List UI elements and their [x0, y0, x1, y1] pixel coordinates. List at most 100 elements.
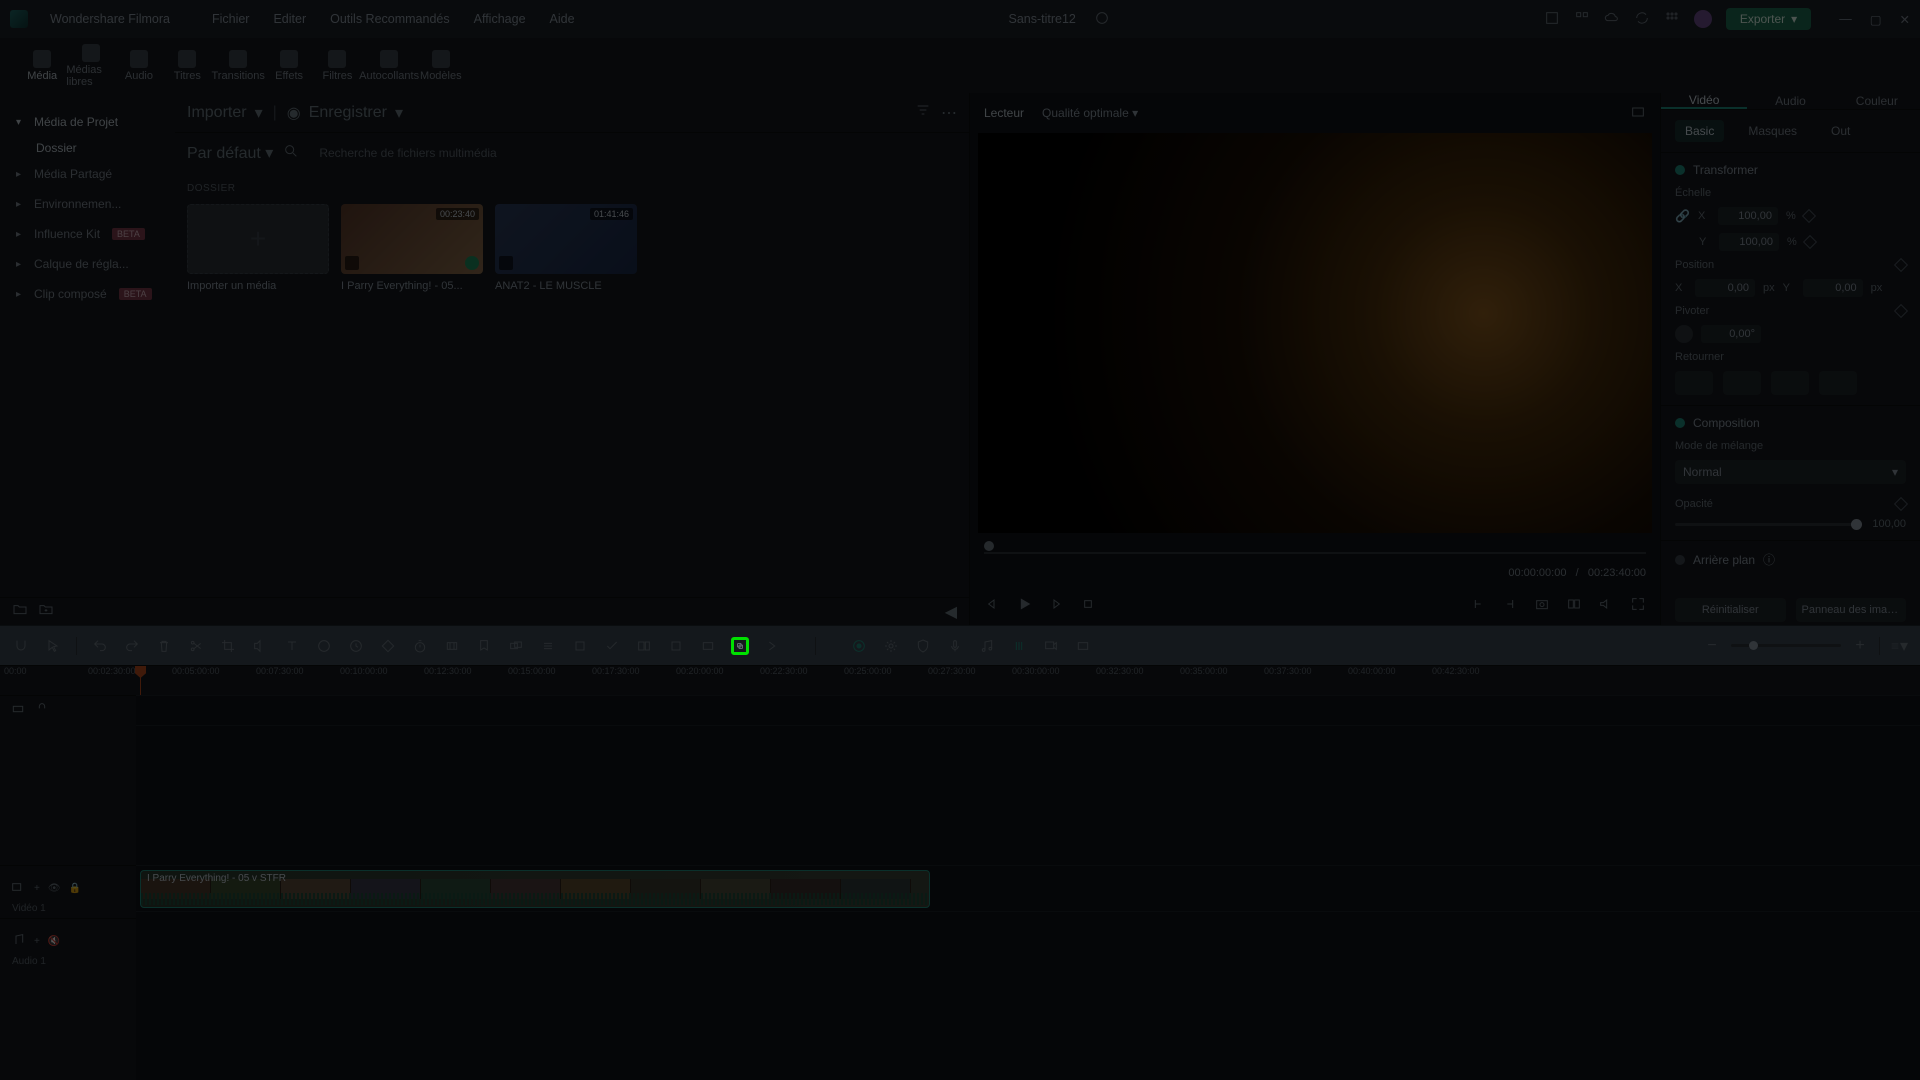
preview-scrubber[interactable] — [984, 541, 1646, 563]
marker-icon[interactable] — [475, 637, 493, 655]
next-frame-icon[interactable] — [1048, 596, 1064, 617]
mark-out-icon[interactable] — [1502, 596, 1518, 617]
rotate-dial-icon[interactable] — [1675, 325, 1693, 343]
keyframe-icon[interactable] — [1894, 497, 1908, 511]
tree-environment[interactable]: ▸Environnemen... — [6, 189, 169, 219]
position-y-input[interactable] — [1803, 279, 1863, 297]
adjust-icon[interactable] — [539, 637, 557, 655]
folder-icon[interactable] — [12, 601, 28, 622]
freeze-icon[interactable] — [667, 637, 685, 655]
snapshot-icon[interactable] — [1534, 596, 1550, 617]
composition-label[interactable]: Composition — [1693, 416, 1760, 430]
maximize-icon[interactable]: ▢ — [1870, 12, 1882, 27]
crop-icon[interactable] — [219, 637, 237, 655]
flip-diag1-button[interactable] — [1771, 371, 1809, 395]
tab-stickers[interactable]: Autocollants — [362, 38, 417, 93]
zoom-in-icon[interactable]: + — [1851, 637, 1869, 655]
tree-influence-kit[interactable]: ▸Influence KitBETA — [6, 219, 169, 249]
tab-effects[interactable]: Effets — [265, 38, 313, 93]
aspect-icon[interactable] — [699, 637, 717, 655]
cloud-sync-icon[interactable] — [1094, 10, 1110, 29]
quality-dropdown[interactable]: Qualité optimale ▾ — [1042, 106, 1138, 120]
speed-ramp-icon[interactable] — [347, 637, 365, 655]
flip-horizontal-button[interactable] — [1675, 371, 1713, 395]
menu-file[interactable]: Fichier — [212, 12, 250, 26]
background-label[interactable]: Arrière plan — [1693, 553, 1755, 567]
duration-icon[interactable] — [411, 637, 429, 655]
keyframe-icon[interactable] — [1894, 304, 1908, 318]
inspector-tab-color[interactable]: Couleur — [1834, 93, 1920, 109]
position-x-input[interactable] — [1695, 279, 1755, 297]
import-media-cell[interactable]: Importer un média — [187, 204, 329, 292]
keyframe-icon[interactable] — [1802, 209, 1816, 223]
color-icon[interactable] — [315, 637, 333, 655]
music-icon[interactable] — [978, 637, 996, 655]
magnet-icon[interactable] — [12, 637, 30, 655]
compare-icon[interactable] — [1566, 596, 1582, 617]
text-icon[interactable] — [283, 637, 301, 655]
visibility-icon[interactable]: 👁 — [48, 883, 61, 894]
sync-icon[interactable] — [1634, 10, 1650, 29]
inspector-tab-audio[interactable]: Audio — [1747, 93, 1833, 109]
undo-icon[interactable] — [91, 637, 109, 655]
keyframe-tool-icon[interactable] — [379, 637, 397, 655]
menu-edit[interactable]: Editer — [273, 12, 306, 26]
detach-audio-icon[interactable] — [635, 637, 653, 655]
link-toggle-icon[interactable] — [10, 701, 26, 720]
screenshot-icon[interactable] — [1074, 637, 1092, 655]
save-dropdown[interactable]: ◉Enregistrer ▾ — [287, 103, 403, 123]
sort-dropdown[interactable]: Par défaut ▾ — [187, 143, 273, 163]
expand-right-icon[interactable] — [763, 637, 781, 655]
section-toggle-icon[interactable] — [1675, 418, 1685, 428]
scale-x-input[interactable] — [1718, 207, 1778, 225]
mute-icon[interactable] — [1598, 596, 1614, 617]
view-options-icon[interactable]: ▾ — [1890, 637, 1908, 655]
more-icon[interactable]: ⋯ — [941, 103, 957, 123]
transformer-label[interactable]: Transformer — [1693, 163, 1758, 177]
filter-icon[interactable] — [915, 102, 931, 123]
add-track-icon[interactable]: + — [34, 883, 40, 894]
scale-y-input[interactable] — [1719, 233, 1779, 251]
apps-icon[interactable] — [1664, 10, 1680, 29]
group-icon[interactable] — [507, 637, 525, 655]
cursor-icon[interactable] — [44, 637, 62, 655]
tree-shared-media[interactable]: ▸Média Partagé — [6, 159, 169, 189]
close-icon[interactable]: ✕ — [1900, 12, 1910, 27]
zoom-slider[interactable] — [1731, 644, 1841, 647]
highlighted-tool-icon[interactable] — [731, 637, 749, 655]
media-clip-1[interactable]: 00:23:40 I Parry Everything! - 05... — [341, 204, 483, 292]
mute-track-icon[interactable]: 🔇 — [48, 936, 60, 947]
menu-tools[interactable]: Outils Recommandés — [330, 12, 450, 26]
section-toggle-icon[interactable] — [1675, 555, 1685, 565]
record-screen-icon[interactable] — [1042, 637, 1060, 655]
subtab-masks[interactable]: Masques — [1738, 120, 1807, 142]
tab-transitions[interactable]: Transitions — [212, 38, 265, 93]
timeline-ruler[interactable]: 00:0000:02:30:0000:05:00:0000:07:30:0000… — [0, 665, 1920, 695]
tree-folder[interactable]: Dossier — [6, 137, 169, 159]
speed-icon[interactable] — [251, 637, 269, 655]
timeline-tracks[interactable]: I Parry Everything! - 05 v STFR — [136, 695, 1920, 1080]
fullscreen-icon[interactable] — [1630, 596, 1646, 617]
grid-icon[interactable] — [1574, 10, 1590, 29]
keyframe-icon[interactable] — [1894, 258, 1908, 272]
layout-icon[interactable] — [1544, 10, 1560, 29]
collapse-left-icon[interactable]: ◀ — [945, 602, 957, 622]
tab-titles[interactable]: Titres — [163, 38, 211, 93]
snapshot-panel-button[interactable]: Panneau des imag... — [1796, 598, 1907, 622]
play-icon[interactable] — [1016, 596, 1032, 617]
mixer-icon[interactable] — [1010, 637, 1028, 655]
keyframe-icon[interactable] — [1803, 235, 1817, 249]
link-icon[interactable]: 🔗 — [1675, 209, 1690, 223]
rotate-input[interactable] — [1701, 325, 1761, 343]
lock-icon[interactable]: 🔒 — [69, 883, 81, 894]
tab-audio[interactable]: Audio — [115, 38, 163, 93]
avatar-icon[interactable] — [1694, 10, 1712, 28]
tab-filters[interactable]: Filtres — [313, 38, 361, 93]
cloud-icon[interactable] — [1604, 10, 1620, 29]
smart-edit-icon[interactable] — [443, 637, 461, 655]
minimize-icon[interactable]: — — [1839, 12, 1852, 27]
flip-diag2-button[interactable] — [1819, 371, 1857, 395]
tree-adjustment-layer[interactable]: ▸Calque de régla... — [6, 249, 169, 279]
tab-templates[interactable]: Modèles — [417, 38, 465, 93]
tree-compound-clip[interactable]: ▸Clip composéBETA — [6, 279, 169, 309]
